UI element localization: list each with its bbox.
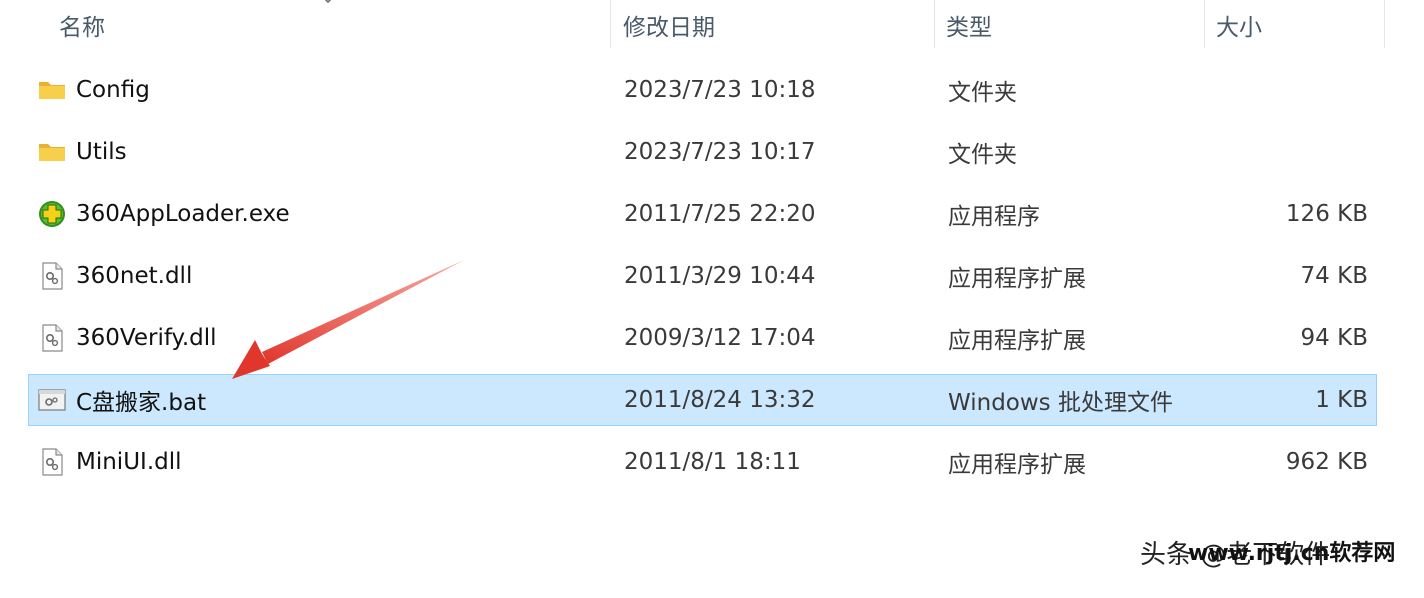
column-divider[interactable] bbox=[610, 0, 611, 48]
dll-file-icon bbox=[42, 262, 63, 290]
dll-file-icon bbox=[42, 324, 63, 352]
file-type: 应用程序 bbox=[948, 204, 1040, 230]
dll-file-icon bbox=[42, 448, 63, 476]
column-divider[interactable] bbox=[934, 0, 935, 48]
file-date: 2011/8/1 18:11 bbox=[624, 449, 801, 475]
column-date-header[interactable]: 修改日期 bbox=[623, 8, 715, 42]
file-row-selected[interactable]: C盘搬家.bat 2011/8/24 13:32 Windows 批处理文件 1… bbox=[28, 374, 1377, 426]
file-name: C盘搬家.bat bbox=[76, 390, 207, 416]
file-size: 126 KB bbox=[1285, 201, 1368, 227]
column-size-header[interactable]: 大小 bbox=[1216, 8, 1262, 42]
file-date: 2011/3/29 10:44 bbox=[624, 263, 816, 289]
file-date: 2023/7/23 10:17 bbox=[624, 139, 816, 165]
column-type-header[interactable]: 类型 bbox=[946, 8, 992, 42]
file-name: Utils bbox=[76, 139, 127, 165]
file-row[interactable]: Config 2023/7/23 10:18 文件夹 bbox=[28, 64, 1377, 116]
file-row[interactable]: Utils 2023/7/23 10:17 文件夹 bbox=[28, 126, 1377, 178]
file-size: 94 KB bbox=[1300, 325, 1368, 351]
file-name: 360Verify.dll bbox=[76, 325, 217, 351]
file-size: 1 KB bbox=[1315, 387, 1368, 413]
file-type: 文件夹 bbox=[948, 142, 1017, 168]
folder-icon bbox=[39, 144, 65, 161]
file-date: 2023/7/23 10:18 bbox=[624, 77, 816, 103]
file-date: 2011/7/25 22:20 bbox=[624, 201, 816, 227]
file-row[interactable]: 360net.dll 2011/3/29 10:44 应用程序扩展 74 KB bbox=[28, 250, 1377, 302]
column-divider[interactable] bbox=[1204, 0, 1205, 48]
file-explorer: 名称 修改日期 类型 大小 Config 2023/7/23 10:18 文件夹… bbox=[0, 0, 1424, 598]
file-name: MiniUI.dll bbox=[76, 449, 182, 475]
file-name: 360AppLoader.exe bbox=[76, 201, 290, 227]
file-row[interactable]: MiniUI.dll 2011/8/1 18:11 应用程序扩展 962 KB bbox=[28, 436, 1377, 488]
file-type: Windows 批处理文件 bbox=[948, 390, 1173, 416]
sort-caret-icon[interactable] bbox=[320, 0, 336, 6]
file-date: 2009/3/12 17:04 bbox=[624, 325, 816, 351]
file-type: 应用程序扩展 bbox=[948, 328, 1086, 354]
file-name: Config bbox=[76, 77, 150, 103]
file-name: 360net.dll bbox=[76, 263, 193, 289]
file-type: 应用程序扩展 bbox=[948, 266, 1086, 292]
file-row[interactable]: 360Verify.dll 2009/3/12 17:04 应用程序扩展 94 … bbox=[28, 312, 1377, 364]
app-exe-icon bbox=[39, 201, 65, 227]
column-divider[interactable] bbox=[1384, 0, 1385, 48]
file-row[interactable]: 360AppLoader.exe 2011/7/25 22:20 应用程序 12… bbox=[28, 188, 1377, 240]
file-size: 74 KB bbox=[1300, 263, 1368, 289]
file-date: 2011/8/24 13:32 bbox=[624, 387, 816, 413]
file-size: 962 KB bbox=[1285, 449, 1368, 475]
column-name-header[interactable]: 名称 bbox=[59, 8, 105, 42]
column-header: 名称 修改日期 类型 大小 bbox=[0, 0, 1424, 50]
watermark-front: www.rjtj.cn软荐网 bbox=[1188, 541, 1396, 566]
file-type: 文件夹 bbox=[948, 80, 1017, 106]
file-type: 应用程序扩展 bbox=[948, 452, 1086, 478]
batch-file-icon bbox=[38, 389, 66, 411]
folder-icon bbox=[39, 82, 65, 99]
